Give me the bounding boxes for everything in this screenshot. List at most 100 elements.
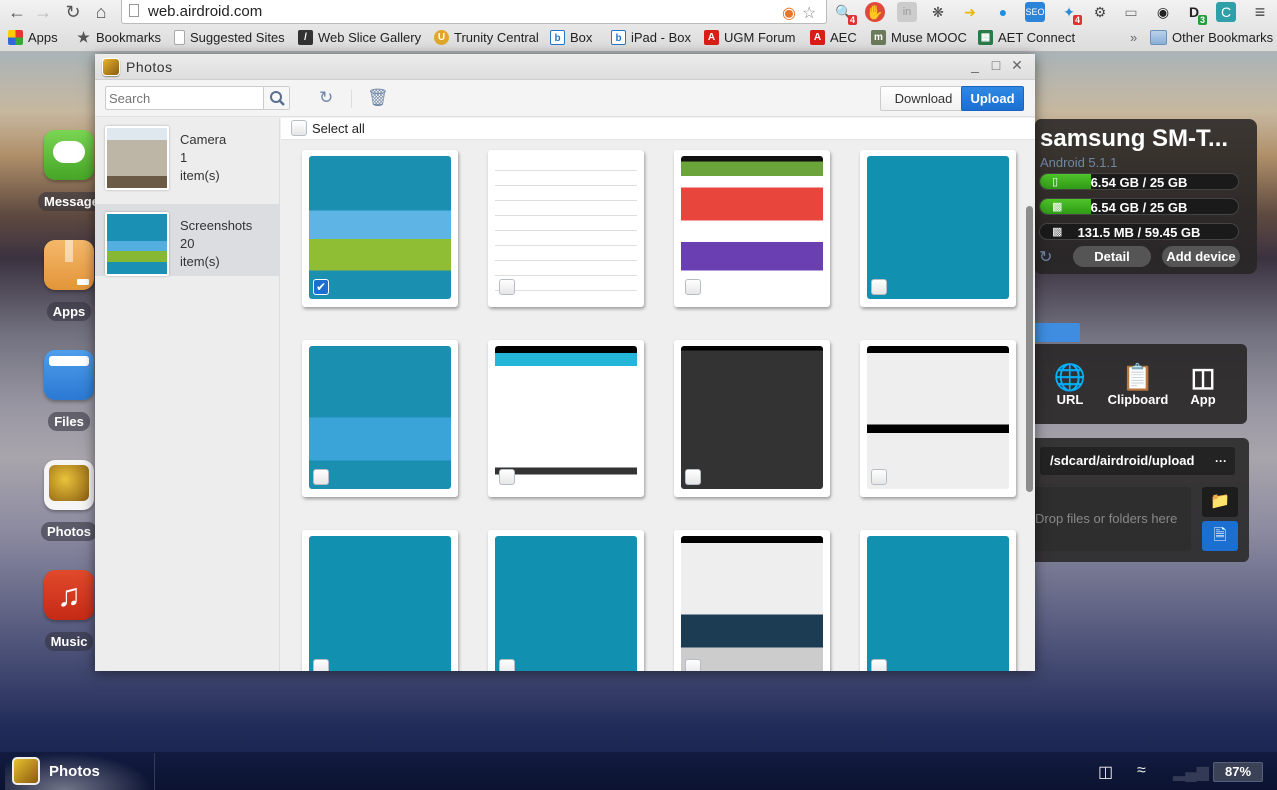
- other-bookmarks[interactable]: Other Bookmarks: [1150, 30, 1273, 45]
- photo-thumbnail[interactable]: [488, 150, 644, 307]
- photo-checkbox[interactable]: [499, 659, 515, 671]
- c-extension-icon[interactable]: C: [1216, 2, 1236, 22]
- hand-extension-icon[interactable]: ✋: [865, 2, 885, 22]
- photo-checkbox[interactable]: [499, 279, 515, 295]
- close-button[interactable]: ✕: [1009, 57, 1025, 74]
- bookmark-apps[interactable]: Apps: [8, 30, 58, 45]
- url-text[interactable]: web.airdroid.com: [148, 3, 262, 20]
- screens-icon[interactable]: ◫: [1098, 762, 1113, 782]
- search-extension-icon[interactable]: 🔍 4: [834, 2, 857, 25]
- linkedin-extension-icon[interactable]: in: [897, 2, 917, 22]
- detail-button[interactable]: Detail: [1073, 246, 1151, 267]
- photo-checkbox[interactable]: [685, 279, 701, 295]
- bug-extension-icon[interactable]: ❋: [928, 2, 948, 22]
- music-note-icon: ♫: [44, 570, 94, 620]
- refresh-icon[interactable]: ↻: [319, 88, 333, 108]
- photo-thumbnail[interactable]: [302, 530, 458, 671]
- album-camera[interactable]: Camera 1 item(s): [95, 118, 279, 190]
- photo-thumbnail[interactable]: [302, 340, 458, 497]
- photo-checkbox[interactable]: [871, 469, 887, 485]
- forward-button[interactable]: →: [32, 2, 54, 23]
- upload-file-button[interactable]: 🗎: [1202, 521, 1238, 551]
- trash-icon[interactable]: 🗑: [367, 88, 389, 108]
- photo-thumbnail[interactable]: [860, 530, 1016, 671]
- target-extension-icon[interactable]: ◉: [782, 3, 796, 23]
- dock-apps[interactable]: Apps: [38, 240, 100, 321]
- upload-button[interactable]: Upload: [961, 86, 1024, 111]
- photo-checkbox[interactable]: ✔: [313, 279, 329, 295]
- cast-icon[interactable]: ▭: [1121, 2, 1141, 22]
- adobe-icon: A: [704, 30, 719, 45]
- url-tool[interactable]: 🌐 URL: [1035, 362, 1105, 407]
- photo-thumbnail[interactable]: [488, 340, 644, 497]
- back-button[interactable]: ←: [6, 2, 28, 23]
- bookmark-aet-connect[interactable]: ▦ AET Connect: [978, 30, 1075, 45]
- photo-checkbox[interactable]: [685, 659, 701, 671]
- bookmark-muse-mooc[interactable]: m Muse MOOC: [871, 30, 967, 45]
- bookmarks-overflow-button[interactable]: »: [1130, 30, 1137, 45]
- select-all-label[interactable]: Select all: [312, 121, 365, 136]
- photo-thumbnail[interactable]: [860, 340, 1016, 497]
- star-icon: ★: [77, 29, 90, 45]
- phone-arrow-extension-icon[interactable]: ➜: [960, 2, 980, 22]
- gear-extension-icon[interactable]: ⚙: [1090, 2, 1110, 22]
- screenshot-image: [867, 156, 1009, 299]
- search-input[interactable]: [106, 87, 264, 109]
- clipboard-tool[interactable]: 📋 Clipboard: [1103, 362, 1173, 407]
- photo-thumbnail[interactable]: [488, 530, 644, 671]
- upload-folder-button[interactable]: 📁: [1202, 487, 1238, 517]
- menu-icon[interactable]: ≡: [1250, 2, 1270, 22]
- more-options-button[interactable]: ···: [1215, 447, 1227, 475]
- maximize-button[interactable]: □: [988, 57, 1004, 73]
- dock-music[interactable]: ♫ Music: [38, 570, 100, 651]
- photo-thumbnail[interactable]: [860, 150, 1016, 307]
- album-thumbnail: [105, 212, 169, 276]
- home-button[interactable]: ⌂: [90, 2, 112, 23]
- photo-thumbnail[interactable]: [674, 340, 830, 497]
- album-screenshots[interactable]: Screenshots 20 item(s): [95, 204, 279, 276]
- bookmark-bookmarks[interactable]: ★ Bookmarks: [76, 29, 161, 46]
- bookmark-trunity-central[interactable]: U Trunity Central: [434, 30, 539, 45]
- minimize-button[interactable]: _: [967, 57, 983, 73]
- photo-checkbox[interactable]: [313, 469, 329, 485]
- photo-checkbox[interactable]: [871, 279, 887, 295]
- bookmark-ipad-box[interactable]: b iPad - Box: [611, 30, 691, 45]
- seo-extension-icon[interactable]: SEO: [1025, 2, 1045, 22]
- refresh-icon[interactable]: ↻: [1039, 247, 1052, 267]
- clipboard-icon: 📋: [1121, 362, 1155, 392]
- search-button[interactable]: [263, 87, 289, 109]
- photo-checkbox[interactable]: [499, 469, 515, 485]
- reload-button[interactable]: ↻: [62, 2, 84, 23]
- dock-files[interactable]: Files: [38, 350, 100, 431]
- camera-extension-icon[interactable]: ●: [993, 2, 1013, 22]
- battery-indicator: 87%: [1213, 762, 1263, 782]
- app-tool[interactable]: ◫ App: [1168, 362, 1238, 407]
- photo-checkbox[interactable]: [871, 659, 887, 671]
- download-button[interactable]: Download: [880, 86, 967, 111]
- bookmark-aec[interactable]: A AEC: [810, 30, 857, 45]
- dock-photos[interactable]: Photos: [38, 460, 100, 541]
- photo-checkbox[interactable]: [685, 469, 701, 485]
- bird-extension-icon[interactable]: ✦ 4: [1059, 2, 1082, 25]
- photo-thumbnail[interactable]: ✔: [302, 150, 458, 307]
- photo-thumbnail[interactable]: [674, 530, 830, 671]
- upload-path[interactable]: /sdcard/airdroid/upload ···: [1040, 447, 1235, 475]
- address-bar[interactable]: web.airdroid.com ◉ ☆: [121, 0, 827, 24]
- scrollbar[interactable]: [1026, 206, 1033, 492]
- add-device-button[interactable]: Add device: [1162, 246, 1240, 267]
- bookmark-suggested-sites[interactable]: Suggested Sites: [174, 30, 285, 45]
- photo-checkbox[interactable]: [313, 659, 329, 671]
- window-titlebar[interactable]: Photos _ □ ✕: [95, 54, 1035, 80]
- taskbar-photos[interactable]: Photos: [5, 753, 155, 790]
- select-all-checkbox[interactable]: [291, 120, 307, 136]
- bookmark-web-slice-gallery[interactable]: / Web Slice Gallery: [298, 30, 421, 45]
- bookmark-ugm-forum[interactable]: A UGM Forum: [704, 30, 796, 45]
- bookmark-box[interactable]: b Box: [550, 30, 592, 45]
- wifi-icon[interactable]: ≈: [1137, 762, 1146, 780]
- d-extension-icon[interactable]: D3: [1184, 2, 1207, 25]
- photo-thumbnail[interactable]: [674, 150, 830, 307]
- bookmark-star-icon[interactable]: ☆: [802, 3, 816, 23]
- dock-messages[interactable]: Messages: [38, 130, 113, 211]
- drop-zone[interactable]: Drop files or folders here: [1035, 487, 1191, 551]
- owl-extension-icon[interactable]: ◉: [1153, 2, 1173, 22]
